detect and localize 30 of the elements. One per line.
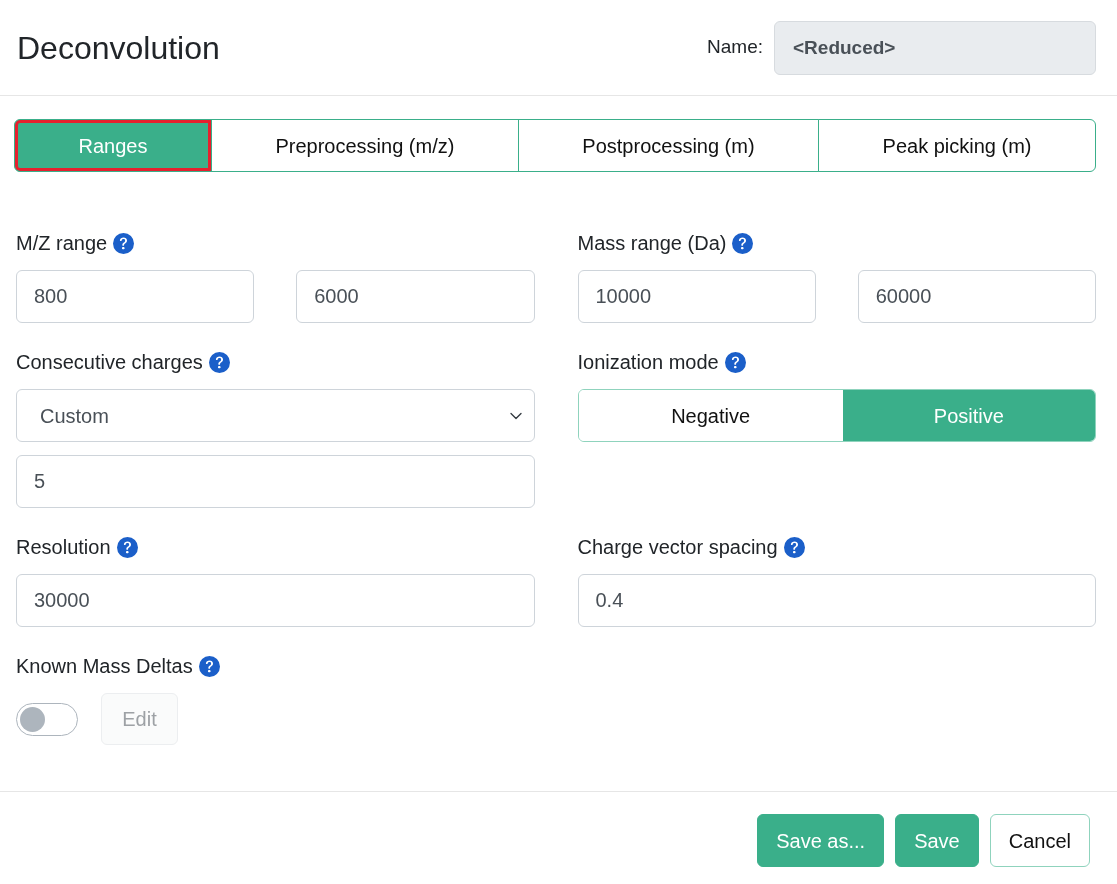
tab[interactable]: Postprocessing (m)	[517, 119, 820, 172]
text-input[interactable]: 10000	[577, 270, 816, 323]
help-icon[interactable]	[208, 351, 230, 373]
text-input[interactable]: 6000	[296, 270, 535, 323]
help-icon[interactable]	[116, 536, 138, 558]
field-label: Mass range (Da)	[577, 231, 727, 255]
help-icon[interactable]	[732, 232, 754, 254]
field-label: Known Mass Deltas	[16, 654, 193, 678]
text-input[interactable]: 5	[16, 455, 535, 508]
help-icon[interactable]	[113, 232, 135, 254]
field-label: M/Z range	[16, 231, 108, 255]
field-label: Consecutive charges	[16, 350, 203, 374]
help-icon[interactable]	[198, 655, 220, 677]
text-input[interactable]: 800	[16, 270, 255, 323]
dialog-title: Deconvolution	[17, 31, 220, 64]
footer-button[interactable]: Cancel	[989, 814, 1090, 867]
help-icon[interactable]	[724, 351, 746, 373]
field-label: Resolution	[16, 535, 111, 559]
text-input[interactable]: 30000	[16, 574, 535, 627]
tab[interactable]: Preprocessing (m/z)	[210, 119, 519, 172]
field-label: Charge vector spacing	[577, 535, 778, 559]
name-label: Name:	[707, 35, 763, 60]
help-icon[interactable]	[783, 536, 805, 558]
dropdown-select[interactable]: Custom	[16, 389, 535, 442]
name-input[interactable]: <Reduced>	[774, 20, 1096, 75]
toggle-switch[interactable]	[16, 702, 78, 736]
text-input[interactable]: 0.4	[577, 574, 1096, 627]
text-input[interactable]: 60000	[857, 270, 1096, 323]
field-label: Ionization mode	[577, 350, 719, 374]
tab[interactable]: Peak picking (m)	[818, 119, 1097, 172]
